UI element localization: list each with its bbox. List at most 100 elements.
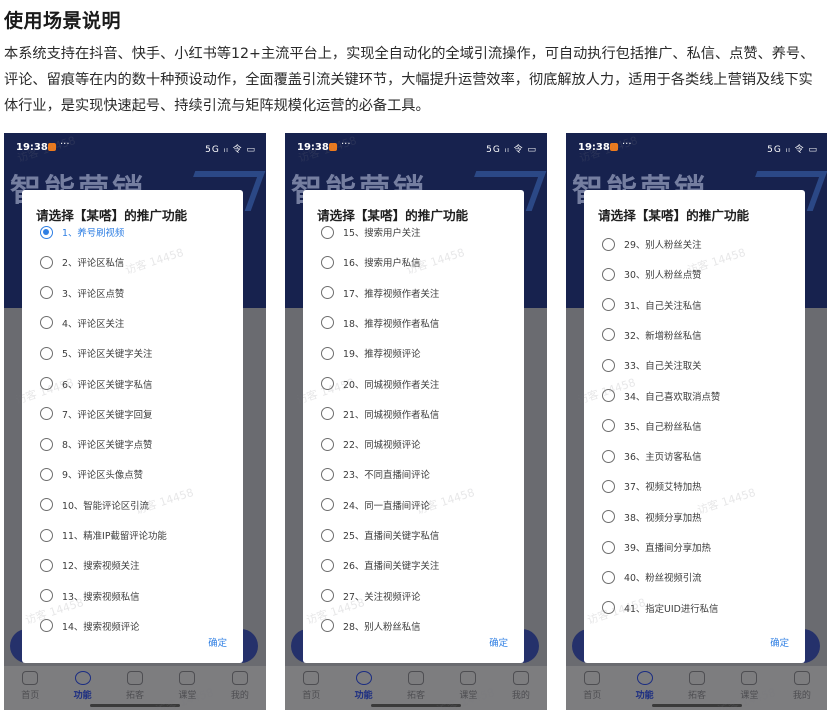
function-option[interactable]: 30、别人粉丝点赞	[602, 264, 702, 284]
function-option[interactable]: 32、新增粉丝私信	[602, 325, 702, 345]
function-option[interactable]: 31、自己关注私信	[602, 295, 702, 315]
radio-button-icon[interactable]	[321, 255, 334, 269]
radio-button-icon[interactable]	[321, 346, 334, 360]
function-option[interactable]: 19、推荐视频评论	[321, 343, 421, 363]
radio-button-icon[interactable]	[321, 498, 334, 512]
function-option[interactable]: 12、搜索视频关注	[40, 555, 140, 575]
function-option[interactable]: 6、评论区关键字私信	[40, 374, 152, 394]
radio-button-icon[interactable]	[602, 540, 615, 554]
radio-button-icon[interactable]	[321, 558, 334, 572]
tab-heart[interactable]: 我的	[214, 666, 266, 710]
radio-button-icon[interactable]	[40, 377, 53, 390]
radio-button-icon[interactable]	[602, 479, 615, 493]
tab-label: 功能	[354, 691, 373, 701]
tab-home[interactable]: 首页	[285, 666, 337, 710]
radio-button-icon[interactable]	[321, 467, 334, 481]
function-option[interactable]: 36、主页访客私信	[602, 446, 702, 466]
radio-button-icon[interactable]	[602, 601, 615, 615]
radio-button-icon[interactable]	[40, 286, 53, 300]
radio-button-icon[interactable]	[321, 407, 334, 421]
radio-button-icon[interactable]	[40, 467, 53, 481]
function-option[interactable]: 16、搜索用户私信	[321, 252, 421, 272]
function-option[interactable]: 41、指定UID进行私信	[602, 598, 718, 618]
function-option[interactable]: 40、粉丝视频引流	[602, 567, 702, 587]
function-option[interactable]: 2、评论区私信	[40, 252, 124, 272]
radio-button-icon[interactable]	[321, 377, 334, 390]
radio-button-icon[interactable]	[321, 528, 334, 542]
option-list[interactable]: 15、搜索用户关注 16、搜索用户私信 17、推荐视频作者关注 18、推荐视频作者私信…	[303, 224, 524, 632]
function-icon	[636, 671, 653, 685]
function-option[interactable]: 11、精准IP截留评论功能	[40, 525, 167, 545]
radio-button-icon[interactable]	[40, 346, 53, 360]
function-option[interactable]: 7、评论区关键字回复	[40, 404, 152, 424]
function-option[interactable]: 26、直播间关键字关注	[321, 555, 439, 575]
radio-button-icon[interactable]	[602, 419, 615, 433]
function-option[interactable]: 21、同城视频作者私信	[321, 404, 439, 424]
radio-button-icon[interactable]	[40, 528, 53, 542]
radio-button-icon[interactable]	[40, 619, 53, 632]
radio-button-icon[interactable]	[40, 255, 53, 269]
tab-heart[interactable]: 我的	[776, 666, 827, 710]
radio-button-icon[interactable]	[321, 286, 334, 300]
function-option[interactable]: 34、自己喜欢取消点赞	[602, 386, 720, 406]
function-option[interactable]: 17、推荐视频作者关注	[321, 283, 439, 303]
function-option[interactable]: 5、评论区关键字关注	[40, 343, 152, 363]
tab-home[interactable]: 首页	[566, 666, 618, 710]
option-list[interactable]: 29、别人粉丝关注 30、别人粉丝点赞 31、自己关注私信 32、新增粉丝私信 33、自…	[584, 224, 805, 632]
radio-button-icon[interactable]	[602, 449, 615, 463]
radio-button-icon[interactable]	[321, 316, 334, 330]
function-option[interactable]: 4、评论区关注	[40, 313, 124, 333]
function-option[interactable]: 1、养号刷视频	[40, 224, 124, 242]
function-option[interactable]: 28、别人粉丝私信	[321, 616, 421, 632]
radio-button-icon[interactable]	[602, 328, 615, 342]
function-option[interactable]: 23、不同直播间评论	[321, 464, 430, 484]
function-option[interactable]: 20、同城视频作者关注	[321, 374, 439, 394]
function-option[interactable]: 18、推荐视频作者私信	[321, 313, 439, 333]
function-option[interactable]: 22、同城视频评论	[321, 434, 421, 454]
radio-button-icon[interactable]	[40, 498, 53, 512]
function-option[interactable]: 38、视频分享加热	[602, 507, 702, 527]
radio-button-icon[interactable]	[40, 316, 53, 330]
function-option[interactable]: 8、评论区关键字点赞	[40, 434, 152, 454]
function-option[interactable]: 15、搜索用户关注	[321, 224, 421, 242]
radio-button-icon[interactable]	[40, 589, 53, 603]
tab-heart[interactable]: 我的	[495, 666, 547, 710]
function-option[interactable]: 13、搜索视频私信	[40, 586, 140, 606]
home-indicator	[652, 704, 742, 707]
radio-button-icon[interactable]	[602, 389, 615, 402]
function-option[interactable]: 33、自己关注取关	[602, 355, 702, 375]
function-option[interactable]: 27、关注视频评论	[321, 586, 421, 606]
function-option[interactable]: 25、直播间关键字私信	[321, 525, 439, 545]
confirm-button[interactable]: 确定	[208, 635, 227, 649]
radio-button-icon[interactable]	[40, 407, 53, 421]
status-bar: 19:38 ··· 5G ᵢₗ 令 ▭	[4, 133, 266, 161]
radio-button-icon[interactable]	[321, 437, 334, 451]
radio-button-icon[interactable]	[321, 225, 334, 239]
function-option[interactable]: 14、搜索视频评论	[40, 616, 140, 632]
tab-home[interactable]: 首页	[4, 666, 56, 710]
radio-button-icon[interactable]	[602, 510, 615, 524]
function-option[interactable]: 37、视频艾特加热	[602, 476, 702, 496]
tab-label: 拓客	[688, 691, 707, 701]
function-option[interactable]: 24、同一直播间评论	[321, 495, 430, 515]
function-option[interactable]: 3、评论区点赞	[40, 283, 124, 303]
function-option[interactable]: 10、智能评论区引流	[40, 495, 149, 515]
function-option[interactable]: 29、别人粉丝关注	[602, 234, 702, 254]
function-option[interactable]: 35、自己粉丝私信	[602, 416, 702, 436]
option-label: 19、推荐视频评论	[343, 349, 421, 361]
radio-button-icon[interactable]	[602, 570, 615, 584]
confirm-button[interactable]: 确定	[770, 635, 789, 649]
confirm-button[interactable]: 确定	[489, 635, 508, 649]
option-list[interactable]: 1、养号刷视频 2、评论区私信 3、评论区点赞 4、评论区关注 5、评论区关键字关注 6、…	[22, 224, 243, 632]
radio-button-icon[interactable]	[40, 558, 53, 572]
radio-button-icon[interactable]	[602, 298, 615, 312]
radio-button-icon[interactable]	[602, 267, 615, 281]
radio-button-icon[interactable]	[321, 619, 334, 632]
radio-button-icon[interactable]	[321, 589, 334, 603]
function-option[interactable]: 9、评论区头像点赞	[40, 464, 143, 484]
radio-button-icon[interactable]	[40, 437, 53, 451]
radio-button-icon[interactable]	[602, 358, 615, 372]
function-option[interactable]: 39、直播间分享加热	[602, 537, 711, 557]
radio-button-icon[interactable]	[40, 225, 53, 239]
radio-button-icon[interactable]	[602, 237, 615, 251]
